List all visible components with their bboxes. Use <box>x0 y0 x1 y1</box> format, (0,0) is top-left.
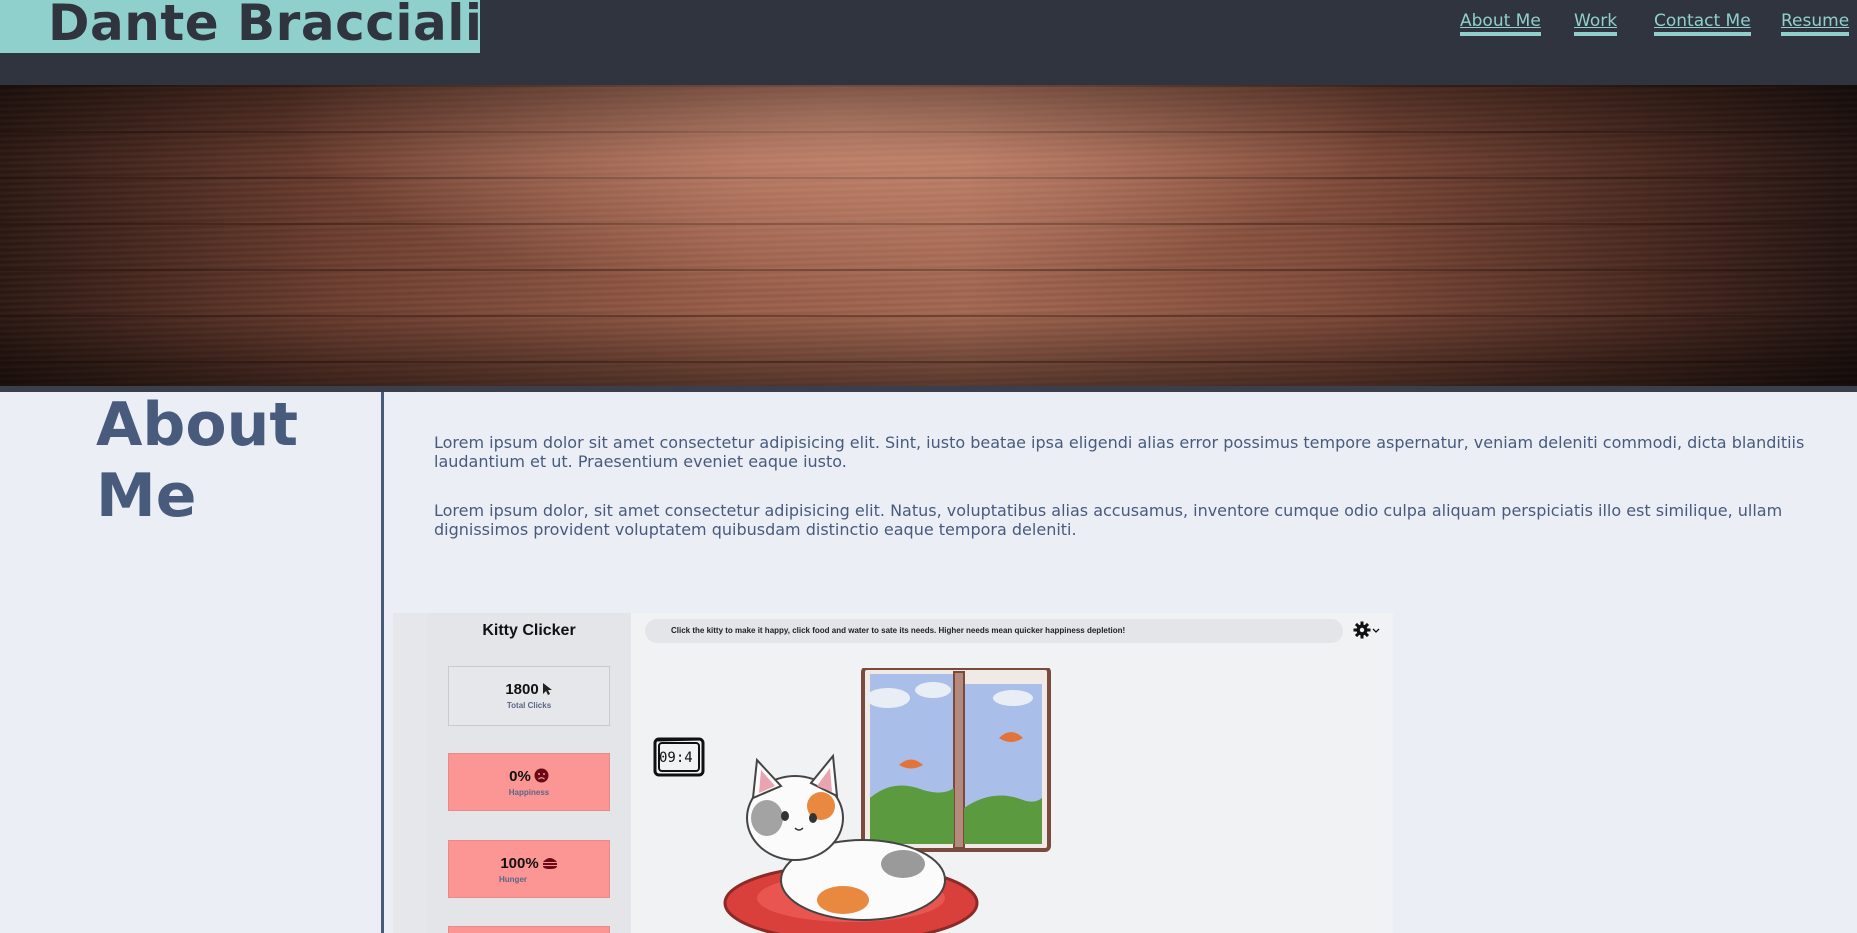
site-header: Dante Braccialini About Me Work Contact … <box>0 0 1857 85</box>
sad-face-icon <box>534 768 549 787</box>
kc-thirst-card[interactable] <box>448 926 610 933</box>
kc-happiness-value: 0% <box>509 768 531 785</box>
kc-clock-time: 09:4 <box>659 750 693 766</box>
kc-total-clicks-value: 1800 <box>505 681 539 698</box>
nav-link-resume[interactable]: Resume <box>1781 11 1850 36</box>
about-heading: About Me <box>96 390 299 531</box>
kc-happiness-label: Happiness <box>508 788 550 797</box>
project-screenshot-kitty-clicker[interactable]: Kitty Clicker 1800 Total Clicks 0% Happi… <box>393 613 1393 933</box>
hero-shade <box>0 85 1857 386</box>
screenshot-left-strip <box>393 613 427 933</box>
cursor-icon <box>542 682 553 700</box>
about-paragraph-2: Lorem ipsum dolor, sit amet consectetur … <box>434 501 1783 539</box>
burger-icon <box>542 856 558 874</box>
kc-instructions-banner: Click the kitty to make it happy, click … <box>645 619 1343 643</box>
section-divider <box>381 392 384 933</box>
kc-hunger-value: 100% <box>500 855 539 872</box>
kc-total-clicks-label: Total Clicks <box>506 701 552 710</box>
nav-link-about-me[interactable]: About Me <box>1460 11 1541 36</box>
kc-instructions-text: Click the kitty to make it happy, click … <box>671 626 1126 635</box>
kc-happiness-value-row: 0% <box>449 768 609 787</box>
kc-settings-control[interactable] <box>1353 621 1381 641</box>
kc-hunger-card[interactable]: 100% Hunger <box>448 840 610 898</box>
nav-link-work[interactable]: Work <box>1574 11 1618 36</box>
kc-title: Kitty Clicker <box>482 622 576 639</box>
main-nav: About Me Work Contact Me Resume <box>0 11 1857 41</box>
kc-happiness-card[interactable]: 0% Happiness <box>448 753 610 811</box>
kc-total-clicks-card: 1800 Total Clicks <box>448 666 610 726</box>
kc-hunger-value-row: 100% <box>449 855 609 874</box>
window-illustration <box>861 668 1051 852</box>
nav-link-contact-me[interactable]: Contact Me <box>1654 11 1751 36</box>
kc-hunger-label: Hunger <box>499 875 527 884</box>
kitty-scene[interactable] <box>723 668 1123 933</box>
about-paragraph-1: Lorem ipsum dolor sit amet consectetur a… <box>434 433 1805 471</box>
kc-total-clicks-value-row: 1800 <box>449 681 609 700</box>
